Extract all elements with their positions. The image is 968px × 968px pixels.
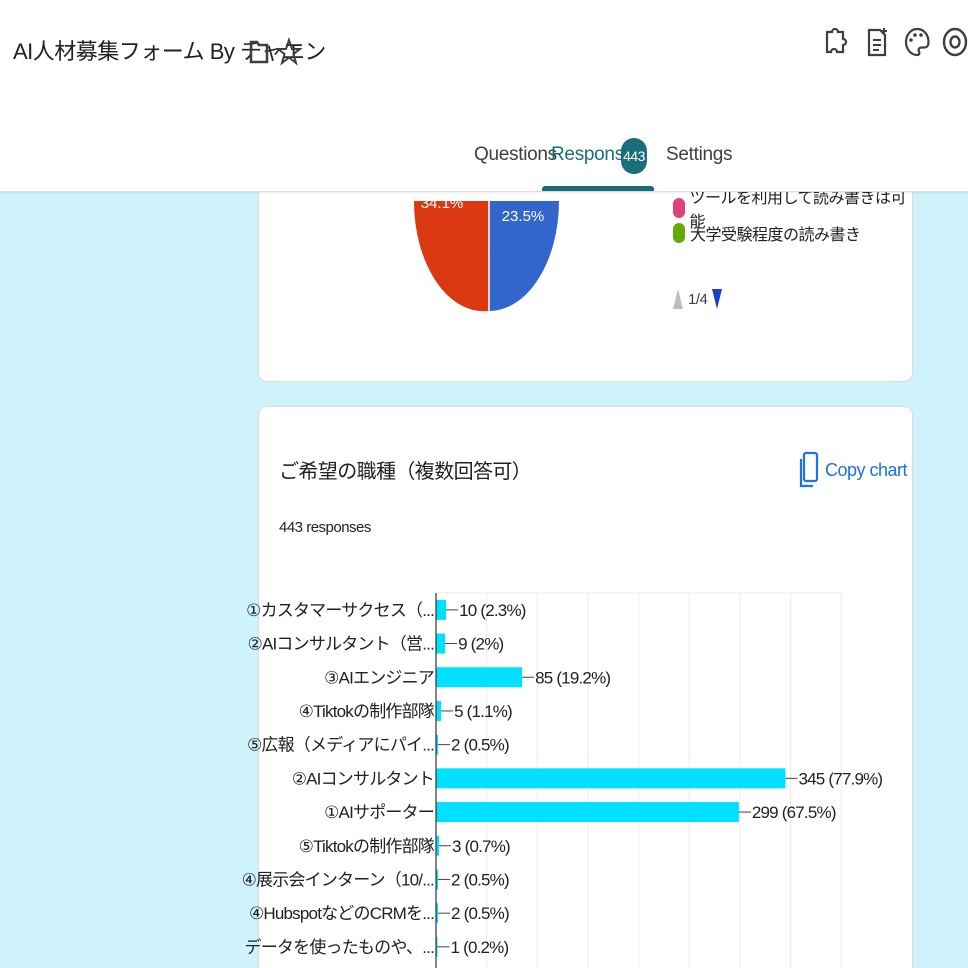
bar-value-label: 10 (2.3%) (459, 601, 526, 620)
active-tab-indicator (542, 186, 654, 191)
legend-item: 大学受験程度の読み書き (673, 221, 861, 245)
pager-label: 1/4 (688, 290, 708, 308)
category-label: ②AIコンサルタント (292, 769, 434, 788)
star-icon[interactable] (275, 34, 303, 68)
category-label: ②AIコンサルタント（営... (248, 635, 435, 654)
category-label: ①カスタマーサクセス（... (246, 601, 434, 620)
responses-count-badge: 443 (621, 138, 647, 174)
category-label: ④HubspotなどのCRMを... (249, 904, 434, 923)
folder-icon[interactable] (246, 34, 272, 68)
top-bar: AI人材募集フォーム By チャエン Questions Responses 4… (0, 0, 968, 192)
legend-dot (673, 198, 685, 218)
category-label: ①AIサポーター (324, 803, 434, 822)
bar (436, 802, 739, 823)
bar (436, 633, 446, 654)
category-label: ④Tiktokの制作部隊 (299, 702, 435, 721)
question-card: ご希望の職種（複数回答可） 443 responses Copy chart 1… (242, 406, 913, 968)
bar-chart: 10 (2.3%) ①カスタマーサクセス（... 9 (2%) ②AIコンサルタント（… (242, 592, 883, 968)
category-label: ③AIエンジニア (324, 668, 434, 687)
category-label: ⑤広報（メディアにパイ... (247, 735, 434, 755)
add-note-icon[interactable] (862, 24, 892, 60)
bar-value-label: 2 (0.5%) (451, 870, 509, 889)
bar-value-label: 2 (0.5%) (451, 904, 509, 923)
bar (436, 599, 447, 620)
pie-slice-label: 23.5% (502, 208, 545, 225)
category-label: データを使ったものや、... (245, 937, 435, 957)
bar-value-label: 1 (0.2%) (451, 938, 509, 957)
pie-slice-label: 34.1% (421, 195, 464, 212)
palette-icon[interactable] (902, 24, 932, 60)
bar-value-label: 345 (77.9%) (798, 769, 882, 788)
bar-value-label: 85 (19.2%) (535, 668, 610, 687)
bar (436, 768, 786, 789)
category-label: ④展示会インターン（10/... (242, 870, 434, 889)
legend-label: 大学受験程度の読み書き (690, 227, 861, 244)
tab-bar: Questions Responses 443 Settings (0, 138, 968, 192)
bar-value-label: 3 (0.7%) (452, 837, 510, 856)
bar-value-label: 2 (0.5%) (451, 736, 509, 755)
puzzle-icon[interactable] (820, 24, 850, 60)
pager-up-icon[interactable] (673, 289, 683, 309)
legend-pager: 1/4 (673, 289, 723, 309)
tab-settings[interactable]: Settings (666, 144, 733, 166)
bar (436, 667, 523, 688)
bar (436, 700, 442, 721)
pie-slice-red (413, 201, 489, 312)
bar-value-label: 9 (2%) (458, 635, 503, 654)
pager-down-icon[interactable] (712, 289, 723, 309)
legend-dot (673, 223, 685, 243)
bar-value-label: 5 (1.1%) (454, 702, 512, 721)
tab-questions[interactable]: Questions (474, 144, 557, 166)
preview-icon[interactable] (940, 24, 968, 60)
category-label: ⑤Tiktokの制作部隊 (299, 837, 435, 856)
bar-value-label: 299 (67.5%) (752, 803, 836, 822)
